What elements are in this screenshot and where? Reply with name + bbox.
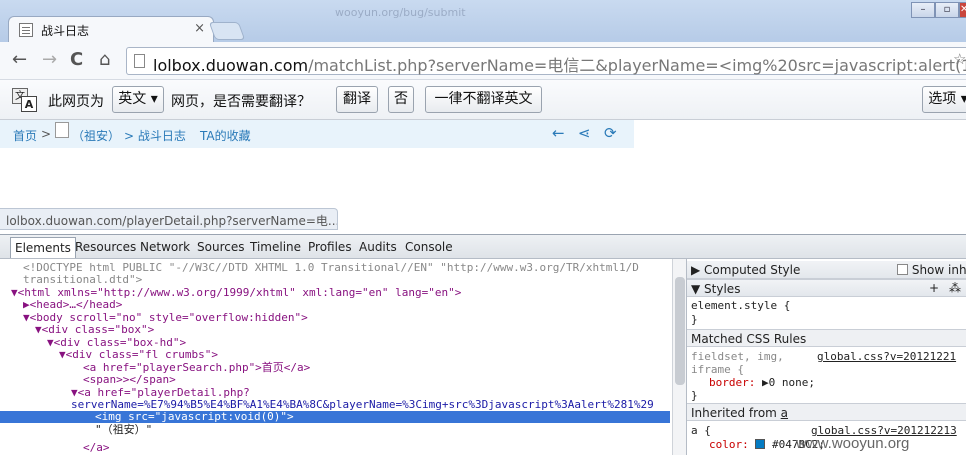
- back-icon[interactable]: ←: [12, 51, 27, 69]
- watermark: www.wooyun.org: [796, 435, 910, 452]
- url-path: /matchList.php?serverName=电信二&playerName…: [308, 56, 966, 75]
- dom-line[interactable]: ▶<head>…</head>: [23, 298, 122, 311]
- translate-infobar: 文A 此网页为 英文 ▾ 网页，是否需要翻译？ 翻译 否 一律不翻译英文 选项 …: [0, 80, 966, 120]
- inherited-label: Inherited from: [691, 406, 781, 420]
- devtools-panel: Elements Resources Network Sources Timel…: [0, 234, 966, 455]
- tab-sources[interactable]: Sources: [197, 240, 244, 254]
- styles-header[interactable]: ▼ Styles + ⁂: [687, 279, 966, 297]
- crumb-favorites-link[interactable]: TA的收藏: [200, 127, 251, 144]
- crumb-home-link[interactable]: 首页: [13, 127, 37, 144]
- devtools-tabbar: Elements Resources Network Sources Timel…: [0, 235, 966, 259]
- dom-line-selected[interactable]: <img src="javascript:void(0)">: [95, 410, 294, 423]
- dom-line[interactable]: ▼<div class="fl crumbs">: [59, 348, 218, 361]
- css-property: border: ▶0 none;: [709, 376, 815, 389]
- rule-selector[interactable]: fieldset, img,: [691, 350, 784, 363]
- dom-line[interactable]: transitional.dtd">: [23, 273, 142, 286]
- new-tab-button[interactable]: [208, 22, 246, 40]
- matched-rules-header: Matched CSS Rules: [687, 329, 966, 347]
- css-property-value[interactable]: ▶0 none;: [762, 376, 815, 389]
- toggle-state-icon[interactable]: ⁂: [949, 281, 961, 295]
- crumb-separator: >: [41, 127, 52, 141]
- computed-style-label: Computed Style: [704, 263, 801, 277]
- browser-tabstrip: 战斗日志 × wooyun.org/bug/submit – ▫ ✕: [0, 0, 966, 43]
- browser-toolbar: ← → C ⌂ lolbox.duowan.com/matchList.php?…: [0, 42, 966, 80]
- reload-icon[interactable]: C: [70, 51, 83, 69]
- inherited-header: Inherited from a: [687, 403, 966, 421]
- tab-resources[interactable]: Resources: [75, 240, 136, 254]
- address-bar[interactable]: lolbox.duowan.com/matchList.php?serverNa…: [126, 47, 966, 75]
- tab-title: 战斗日志: [41, 24, 90, 38]
- tab-profiles[interactable]: Profiles: [308, 240, 352, 254]
- styles-label: Styles: [704, 282, 741, 296]
- scrollbar-thumb[interactable]: [675, 277, 685, 385]
- tab-timeline[interactable]: Timeline: [250, 240, 301, 254]
- minimize-button[interactable]: –: [911, 2, 935, 18]
- translate-prefix: 此网页为: [48, 94, 104, 110]
- url-host: lolbox.duowan.com: [153, 56, 309, 75]
- show-inherited-label: Show inhe: [911, 263, 966, 277]
- page-icon: [134, 54, 145, 68]
- color-swatch[interactable]: [755, 439, 766, 449]
- dom-line[interactable]: ▼<div class="box">: [35, 323, 154, 336]
- translate-button[interactable]: 翻译: [336, 86, 378, 113]
- dom-scrollbar[interactable]: [672, 259, 686, 455]
- dom-line[interactable]: </a>: [83, 441, 110, 454]
- tab-audits[interactable]: Audits: [359, 240, 397, 254]
- home-icon[interactable]: ⌂: [99, 51, 110, 69]
- add-rule-icon[interactable]: +: [929, 281, 939, 295]
- back-arrow-icon[interactable]: ←: [552, 124, 565, 142]
- css-property-name[interactable]: color:: [709, 438, 749, 451]
- tab-elements[interactable]: Elements: [10, 237, 76, 258]
- url-text: lolbox.duowan.com/matchList.php?serverNa…: [153, 52, 966, 76]
- never-translate-button[interactable]: 一律不翻译英文: [425, 86, 542, 113]
- computed-style-header[interactable]: ▶ Computed Style Show inhe: [687, 261, 966, 279]
- tab-console[interactable]: Console: [405, 240, 453, 254]
- rule-selector[interactable]: a {: [691, 424, 711, 437]
- crumb-battle-log[interactable]: > 战斗日志: [124, 127, 186, 144]
- no-translate-button[interactable]: 否: [388, 86, 414, 113]
- inherited-element-link[interactable]: a: [781, 406, 788, 420]
- breadcrumb: 首页 > （祖安） > 战斗日志 TA的收藏 ← ⋖ ⟳: [0, 120, 634, 148]
- selected-dom-row[interactable]: <img src="javascript:void(0)">: [0, 410, 670, 423]
- forward-icon[interactable]: →: [42, 51, 57, 69]
- element-style-rule[interactable]: element.style {: [691, 299, 790, 312]
- expand-triangle-icon: ▶: [691, 263, 705, 277]
- crumb-player-link[interactable]: （祖安）: [72, 127, 120, 144]
- dom-line[interactable]: "（祖安）": [95, 423, 152, 436]
- background-ghost-text: wooyun.org/bug/submit: [335, 6, 466, 19]
- show-inherited-checkbox[interactable]: Show inhe: [897, 263, 966, 277]
- styles-sidebar: ▶ Computed Style Show inhe ▼ Styles + ⁂ …: [686, 259, 966, 455]
- dom-tree[interactable]: <!DOCTYPE html PUBLIC "-//W3C//DTD XHTML…: [0, 259, 672, 455]
- tab-close-icon[interactable]: ×: [194, 21, 205, 36]
- maximize-button[interactable]: ▫: [935, 2, 959, 18]
- close-window-button[interactable]: ✕: [959, 2, 966, 18]
- translate-icon: 文A: [12, 88, 38, 112]
- refresh-icon[interactable]: ⟳: [604, 124, 617, 142]
- rule-selector[interactable]: iframe {: [691, 363, 744, 376]
- css-property-name[interactable]: border:: [709, 376, 755, 389]
- translate-question: 网页，是否需要翻译？: [171, 94, 311, 110]
- dom-line[interactable]: <span>></span>: [83, 373, 176, 386]
- collapse-triangle-icon: ▼: [691, 282, 705, 296]
- bookmark-star-icon[interactable]: ☆: [953, 50, 966, 68]
- broken-image-icon: [55, 122, 69, 138]
- browser-tab[interactable]: 战斗日志 ×: [8, 16, 214, 43]
- rule-source-link[interactable]: global.css?v=20121221: [817, 350, 956, 363]
- rule-close-brace: }: [691, 389, 698, 402]
- options-button[interactable]: 选项 ▾: [922, 86, 966, 113]
- status-url-bubble: lolbox.duowan.com/playerDetail.php?serve…: [0, 208, 338, 230]
- share-icon[interactable]: ⋖: [578, 124, 591, 142]
- page-favicon-icon: [19, 23, 33, 37]
- tab-network[interactable]: Network: [140, 240, 190, 254]
- language-select[interactable]: 英文 ▾: [112, 86, 164, 113]
- rule-close-brace: }: [691, 313, 698, 326]
